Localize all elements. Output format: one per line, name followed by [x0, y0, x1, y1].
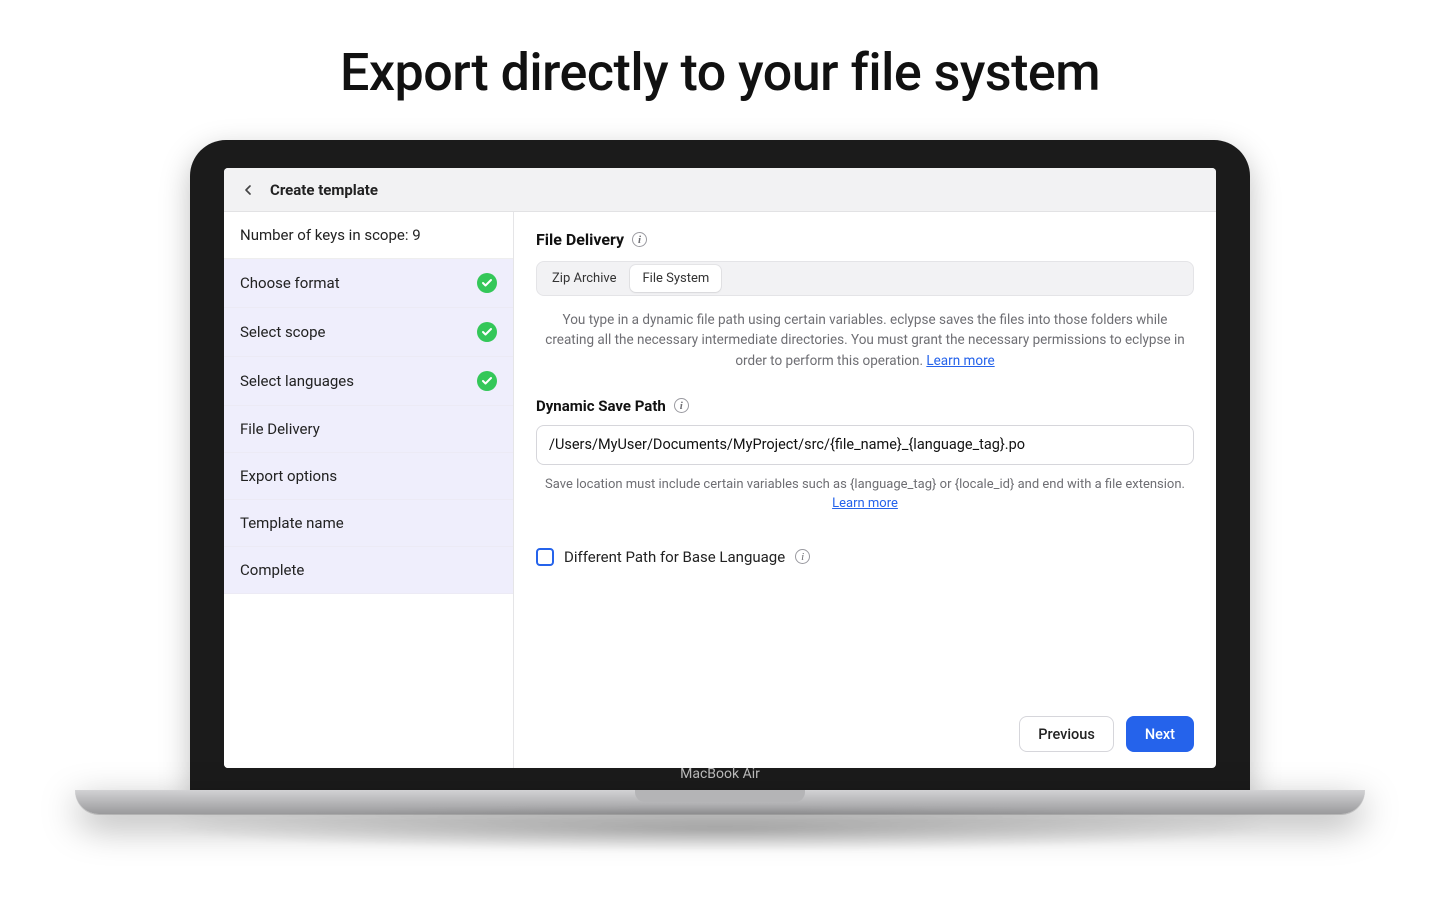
- back-button[interactable]: [238, 180, 258, 200]
- next-button[interactable]: Next: [1126, 716, 1194, 752]
- step-file-delivery[interactable]: File Delivery: [224, 406, 513, 453]
- laptop-bezel: Create template Number of keys in scope:…: [190, 140, 1250, 790]
- app-window: Create template Number of keys in scope:…: [224, 168, 1216, 768]
- laptop-shadow: [160, 806, 1280, 852]
- dynamic-save-path-label: Dynamic Save Path i: [536, 397, 1194, 415]
- device-model-label: MacBook Air: [224, 766, 1216, 782]
- dynamic-save-path-input[interactable]: [536, 425, 1194, 465]
- laptop-notch: [635, 790, 805, 802]
- laptop-mockup: Create template Number of keys in scope:…: [190, 140, 1250, 814]
- step-label: Select languages: [240, 372, 354, 390]
- info-icon[interactable]: i: [632, 232, 647, 247]
- step-label: Choose format: [240, 274, 340, 292]
- dynamic-save-path-label-text: Dynamic Save Path: [536, 397, 666, 415]
- step-label: Select scope: [240, 323, 325, 341]
- hero-title: Export directly to your file system: [0, 0, 1440, 133]
- learn-more-link[interactable]: Learn more: [926, 353, 994, 369]
- different-path-label: Different Path for Base Language: [564, 548, 785, 566]
- step-label: File Delivery: [240, 420, 320, 438]
- check-icon: [477, 371, 497, 391]
- file-delivery-title-text: File Delivery: [536, 230, 624, 249]
- info-icon[interactable]: i: [674, 398, 689, 413]
- chevron-left-icon: [240, 182, 256, 198]
- step-export-options[interactable]: Export options: [224, 453, 513, 500]
- step-choose-format[interactable]: Choose format: [224, 259, 513, 308]
- wizard-sidebar: Number of keys in scope: 9 Choose format…: [224, 212, 514, 768]
- dynamic-save-path-hint: Save location must include certain varia…: [536, 475, 1194, 514]
- file-delivery-title: File Delivery i: [536, 230, 1194, 249]
- check-icon: [477, 322, 497, 342]
- step-template-name[interactable]: Template name: [224, 500, 513, 547]
- app-body: Number of keys in scope: 9 Choose format…: [224, 212, 1216, 768]
- info-icon[interactable]: i: [795, 549, 810, 564]
- main-panel: File Delivery i Zip Archive File System …: [514, 212, 1216, 768]
- previous-button[interactable]: Previous: [1019, 716, 1114, 752]
- check-icon: [477, 273, 497, 293]
- page-title: Create template: [270, 181, 378, 199]
- keys-in-scope-label: Number of keys in scope: 9: [224, 212, 513, 259]
- segment-zip-archive[interactable]: Zip Archive: [540, 265, 628, 292]
- spacer: [536, 566, 1194, 704]
- file-delivery-description: You type in a dynamic file path using ce…: [536, 310, 1194, 371]
- step-label: Export options: [240, 467, 337, 485]
- step-label: Complete: [240, 561, 304, 579]
- step-select-scope[interactable]: Select scope: [224, 308, 513, 357]
- segment-file-system[interactable]: File System: [630, 265, 721, 292]
- step-complete[interactable]: Complete: [224, 547, 513, 594]
- learn-more-link[interactable]: Learn more: [832, 496, 898, 511]
- app-header: Create template: [224, 168, 1216, 212]
- step-select-languages[interactable]: Select languages: [224, 357, 513, 406]
- different-path-row: Different Path for Base Language i: [536, 548, 1194, 566]
- delivery-mode-segmented: Zip Archive File System: [536, 261, 1194, 296]
- file-delivery-description-text: You type in a dynamic file path using ce…: [545, 312, 1184, 369]
- step-label: Template name: [240, 514, 344, 532]
- dynamic-save-path-hint-text: Save location must include certain varia…: [545, 477, 1185, 492]
- wizard-footer: Previous Next: [536, 704, 1194, 752]
- different-path-checkbox[interactable]: [536, 548, 554, 566]
